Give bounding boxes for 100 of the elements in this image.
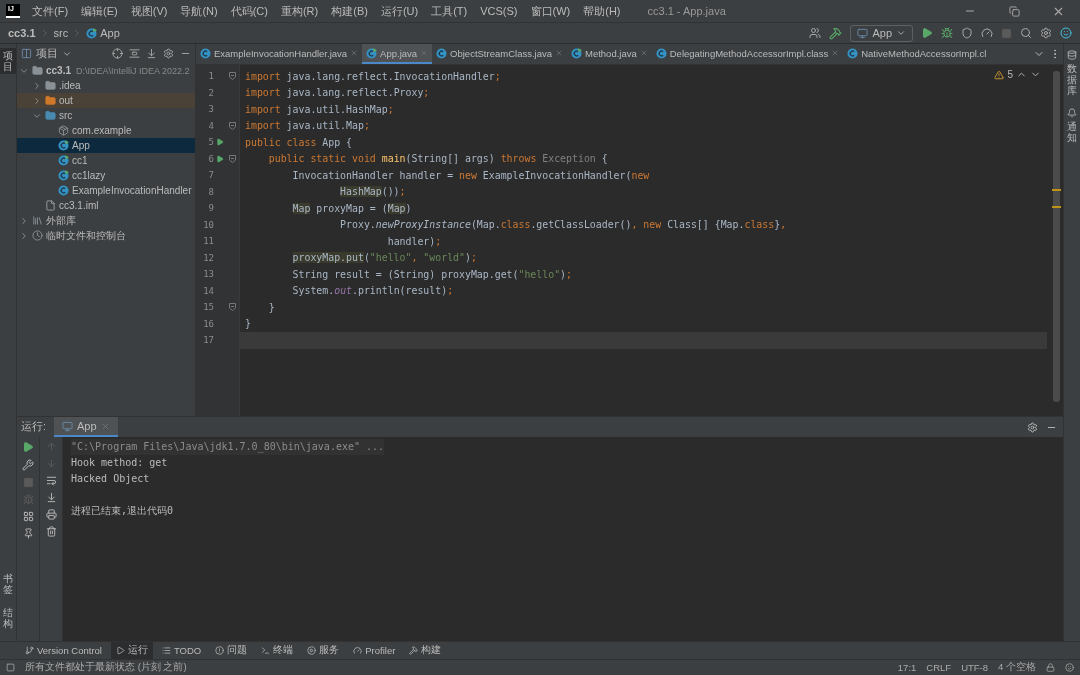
project-view-dropdown[interactable]: 项目: [21, 46, 72, 61]
line-number: 6: [207, 153, 214, 164]
settings-icon[interactable]: [163, 48, 174, 59]
editor-tab[interactable]: ObjectStreamClass.java: [432, 44, 567, 64]
collapse-icon[interactable]: [32, 80, 42, 91]
menu-item[interactable]: 重构(R): [280, 3, 319, 19]
profile-icon[interactable]: [981, 27, 993, 39]
code-line: handler);: [386, 234, 442, 249]
tool-tab[interactable]: 终端: [256, 642, 299, 659]
status-item[interactable]: UTF-8: [961, 662, 989, 673]
tree-item[interactable]: 临时文件和控制台: [17, 228, 195, 243]
tool-tab[interactable]: 构建: [404, 642, 447, 659]
menu-item[interactable]: 工具(T): [431, 3, 468, 19]
layout-toggle-icon[interactable]: [6, 663, 15, 672]
run-icon[interactable]: [921, 27, 933, 39]
tool-window-tab[interactable]: 通知: [1064, 106, 1080, 145]
tree-item[interactable]: cc1: [17, 153, 195, 168]
tree-item[interactable]: cc3.1 D:\IDEA\IntelliJ IDEA 2022.2: [17, 63, 195, 78]
search-icon[interactable]: [1020, 27, 1032, 39]
restore-icon[interactable]: [1008, 5, 1020, 17]
editor-tab[interactable]: NativeMethodAccessorImpl.cl: [843, 44, 991, 64]
collapse-icon[interactable]: [32, 95, 42, 106]
editor-tab[interactable]: ExampleInvocationHandler.java: [196, 44, 363, 64]
tree-item[interactable]: cc3.1.iml: [17, 198, 195, 213]
tool-tab[interactable]: 问题: [210, 642, 253, 659]
layout-icon[interactable]: [22, 511, 34, 522]
tree-item[interactable]: cc1lazy: [17, 168, 195, 183]
soft-wrap-icon[interactable]: [45, 475, 57, 486]
tool-tab[interactable]: TODO: [156, 642, 207, 659]
tree-item[interactable]: App: [17, 138, 195, 153]
tool-window-tab[interactable]: 项目: [0, 48, 16, 74]
breadcrumb-item[interactable]: src: [53, 27, 69, 39]
pin-icon[interactable]: [22, 528, 34, 539]
runnable-class-icon: [86, 27, 98, 39]
expand-all-icon[interactable]: [129, 48, 140, 59]
lock-icon[interactable]: [1046, 663, 1055, 672]
clear-icon[interactable]: [45, 526, 57, 537]
collapse-all-icon[interactable]: [146, 48, 157, 59]
menu-item[interactable]: 窗口(W): [530, 3, 571, 19]
build-icon[interactable]: [829, 26, 843, 40]
user-icon[interactable]: [809, 27, 822, 39]
menu-item[interactable]: 编辑(E): [81, 3, 118, 19]
warning-icon[interactable]: [994, 69, 1005, 80]
fold-icon[interactable]: [228, 121, 236, 130]
scrollbar-thumb[interactable]: [1053, 71, 1060, 402]
fold-icon[interactable]: [228, 72, 236, 81]
tool-tab[interactable]: 服务: [302, 642, 345, 659]
menu-item[interactable]: 文件(F): [32, 3, 69, 19]
menu-item[interactable]: 构建(B): [331, 3, 368, 19]
coverage-icon[interactable]: [961, 27, 973, 39]
runnable-class-icon: [571, 47, 582, 59]
terminal-icon: [261, 646, 271, 655]
tool-tab[interactable]: Version Control: [20, 642, 107, 659]
folder-icon: [45, 80, 56, 91]
editor-tab[interactable]: App.java: [362, 44, 433, 64]
settings-icon[interactable]: [1027, 421, 1038, 433]
tree-item[interactable]: .idea: [17, 78, 195, 93]
console-line: Hook method: get: [71, 456, 168, 470]
breadcrumb-item[interactable]: cc3.1: [8, 27, 36, 39]
line-number: 8: [207, 186, 214, 197]
code-line: public static void main(String[] args) throws Exception {: [267, 152, 608, 167]
fold-icon[interactable]: [228, 154, 236, 163]
code-line: Proxy.newProxyInstance(Map.class.getClassLoader(), new Class[] {Map.class},: [339, 218, 787, 233]
menu-item[interactable]: 导航(N): [180, 3, 218, 19]
print-icon[interactable]: [45, 509, 57, 520]
breadcrumb-item[interactable]: App: [86, 27, 120, 39]
wrench-icon[interactable]: [22, 459, 34, 471]
debug-icon[interactable]: [941, 27, 953, 39]
status-item[interactable]: 17:1: [897, 662, 917, 673]
status-item[interactable]: CRLF: [926, 662, 952, 673]
status-item[interactable]: 4 个空格: [998, 661, 1036, 674]
collapse-icon[interactable]: [19, 215, 29, 226]
menu-item[interactable]: 代码(C): [230, 3, 268, 19]
warning-count[interactable]: 5: [1007, 69, 1013, 80]
menu-item[interactable]: 视图(V): [130, 3, 168, 19]
tool-window-tab[interactable]: 数据库: [1064, 48, 1080, 98]
tree-item[interactable]: com.example: [17, 123, 195, 138]
tree-item[interactable]: 外部库: [17, 213, 195, 228]
run-config-dropdown[interactable]: App: [850, 24, 913, 42]
run-tab[interactable]: App: [53, 417, 118, 437]
tree-item[interactable]: ExampleInvocationHandler: [17, 183, 195, 198]
collapse-icon[interactable]: [19, 230, 29, 241]
fold-icon[interactable]: [228, 303, 236, 312]
menu-item[interactable]: VCS(S): [480, 5, 518, 17]
rerun-icon[interactable]: [22, 441, 34, 453]
scroll-to-end-icon[interactable]: [45, 492, 57, 503]
line-number: 16: [202, 318, 214, 329]
tool-tab[interactable]: 运行: [110, 642, 153, 659]
menu-item[interactable]: 运行(U): [380, 3, 419, 19]
editor-tab[interactable]: Method.java: [567, 44, 652, 64]
menu-item[interactable]: 帮助(H): [583, 3, 621, 19]
tree-item[interactable]: src: [17, 108, 195, 123]
tool-window-tab[interactable]: 书签: [0, 571, 16, 597]
tool-window-tab[interactable]: 结构: [0, 605, 16, 631]
settings-icon[interactable]: [1040, 27, 1052, 39]
locate-icon[interactable]: [112, 48, 123, 59]
editor-tab[interactable]: DelegatingMethodAccessorImpl.class: [651, 44, 844, 64]
tree-item[interactable]: out: [17, 93, 195, 108]
code-line: proxyMap.put("hello", "world");: [291, 251, 477, 266]
tool-tab[interactable]: Profiler: [348, 642, 401, 659]
